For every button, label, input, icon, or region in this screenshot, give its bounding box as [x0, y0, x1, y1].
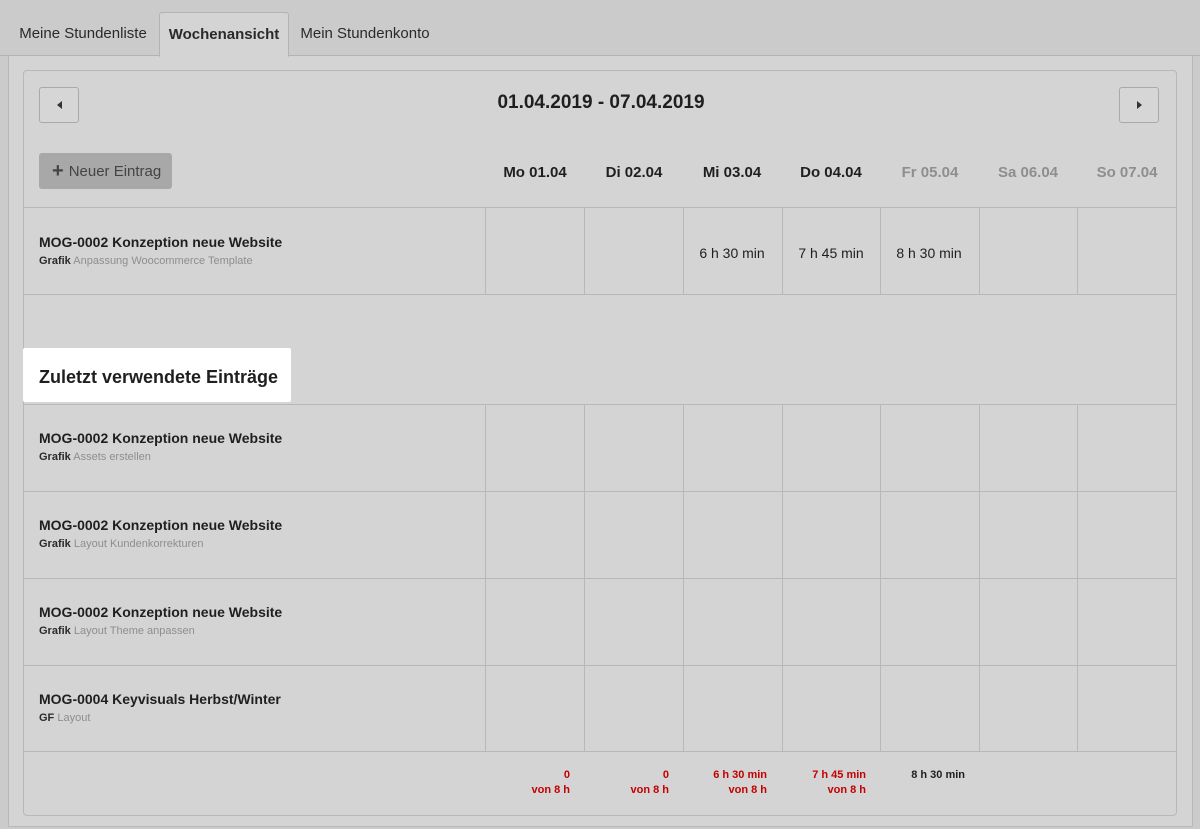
entry-category: GF	[39, 712, 55, 724]
entry-category: Grafik	[39, 451, 71, 463]
recent-entry-subtitle: Grafik Layout Kundenkorrekturen	[39, 538, 204, 550]
time-cell-mi[interactable]: 6 h 30 min	[683, 245, 781, 261]
grid-line	[1077, 207, 1078, 294]
entry-category: Grafik	[39, 538, 71, 550]
entry-category: Grafik	[39, 255, 71, 267]
total-target: von 8 h	[728, 784, 767, 796]
day-header-mi: Mi 03.04	[702, 164, 762, 181]
entry-task: Layout Theme anpassen	[73, 625, 195, 637]
tab-meine-stundenliste[interactable]: Meine Stundenliste	[10, 12, 156, 56]
grid-line	[485, 404, 486, 751]
grid-line	[24, 491, 1176, 492]
total-worked: 0	[563, 769, 570, 781]
grid-line	[24, 294, 1176, 295]
grid-line	[584, 207, 585, 294]
recent-entry-title: MOG-0002 Konzeption neue Website	[39, 430, 283, 446]
grid-line	[24, 751, 1176, 752]
total-target: von 8 h	[531, 784, 570, 796]
total-worked: 0	[662, 769, 669, 781]
daily-total-fr: 8 h 30 min	[881, 768, 965, 783]
total-target: von 8 h	[630, 784, 669, 796]
grid-line	[1077, 404, 1078, 751]
grid-line	[782, 404, 783, 751]
recent-entry-subtitle: Grafik Layout Theme anpassen	[39, 625, 195, 637]
total-worked: 7 h 45 min	[812, 769, 866, 781]
recent-entry-title: MOG-0004 Keyvisuals Herbst/Winter	[39, 691, 281, 707]
daily-total-mi: 6 h 30 min von 8 h	[683, 768, 767, 798]
week-date-range: 01.04.2019 - 07.04.2019	[497, 92, 705, 113]
daily-total-mo: 0 von 8 h	[486, 768, 570, 798]
total-worked: 6 h 30 min	[713, 769, 767, 781]
day-header-sa: Sa 06.04	[997, 164, 1059, 181]
new-entry-button[interactable]: + Neuer Eintrag	[39, 153, 172, 189]
total-worked: 8 h 30 min	[911, 769, 965, 781]
grid-line	[880, 404, 881, 751]
week-view-card: 01.04.2019 - 07.04.2019 + Neuer Eintrag …	[23, 70, 1177, 816]
grid-line	[683, 404, 684, 751]
daily-total-do: 7 h 45 min von 8 h	[782, 768, 866, 798]
new-entry-label: Neuer Eintrag	[68, 162, 162, 180]
recent-entry-subtitle: GF Layout	[39, 712, 90, 724]
caret-right-icon	[1136, 101, 1142, 109]
plus-icon: +	[52, 160, 64, 182]
tab-bar: Meine Stundenliste Wochenansicht Mein St…	[0, 0, 1200, 57]
grid-line	[979, 404, 980, 751]
grid-line	[485, 207, 486, 294]
grid-line	[24, 665, 1176, 666]
next-week-button[interactable]	[1119, 87, 1159, 123]
time-cell-fr[interactable]: 8 h 30 min	[880, 245, 978, 261]
day-header-mo: Mo 01.04	[503, 164, 567, 181]
day-header-do: Do 04.04	[800, 164, 862, 181]
day-header-fr: Fr 05.04	[901, 164, 959, 181]
tab-mein-stundenkonto[interactable]: Mein Stundenkonto	[291, 12, 439, 56]
day-header-so: So 07.04	[1096, 164, 1158, 181]
entry-title: MOG-0002 Konzeption neue Website	[39, 234, 283, 250]
grid-line	[24, 207, 1176, 208]
recent-entry-title: MOG-0002 Konzeption neue Website	[39, 517, 283, 533]
day-header-di: Di 02.04	[605, 164, 663, 181]
time-cell-do[interactable]: 7 h 45 min	[782, 245, 880, 261]
entry-task: Layout	[57, 712, 91, 724]
recent-entry-subtitle: Grafik Assets erstellen	[39, 451, 151, 463]
daily-total-di: 0 von 8 h	[585, 768, 669, 798]
grid-line	[584, 404, 585, 751]
entry-task: Assets erstellen	[73, 451, 151, 463]
grid-line	[979, 207, 980, 294]
grid-line	[24, 578, 1176, 579]
recent-entries-heading: Zuletzt verwendete Einträge	[39, 367, 279, 387]
entry-subtitle: Grafik Anpassung Woocommerce Template	[39, 255, 253, 267]
grid-line	[24, 404, 1176, 405]
tab-wochenansicht[interactable]: Wochenansicht	[159, 12, 289, 57]
total-target: von 8 h	[827, 784, 866, 796]
entry-task: Anpassung Woocommerce Template	[73, 255, 253, 267]
entry-task: Layout Kundenkorrekturen	[73, 538, 204, 550]
recent-entry-title: MOG-0002 Konzeption neue Website	[39, 604, 283, 620]
entry-category: Grafik	[39, 625, 71, 637]
